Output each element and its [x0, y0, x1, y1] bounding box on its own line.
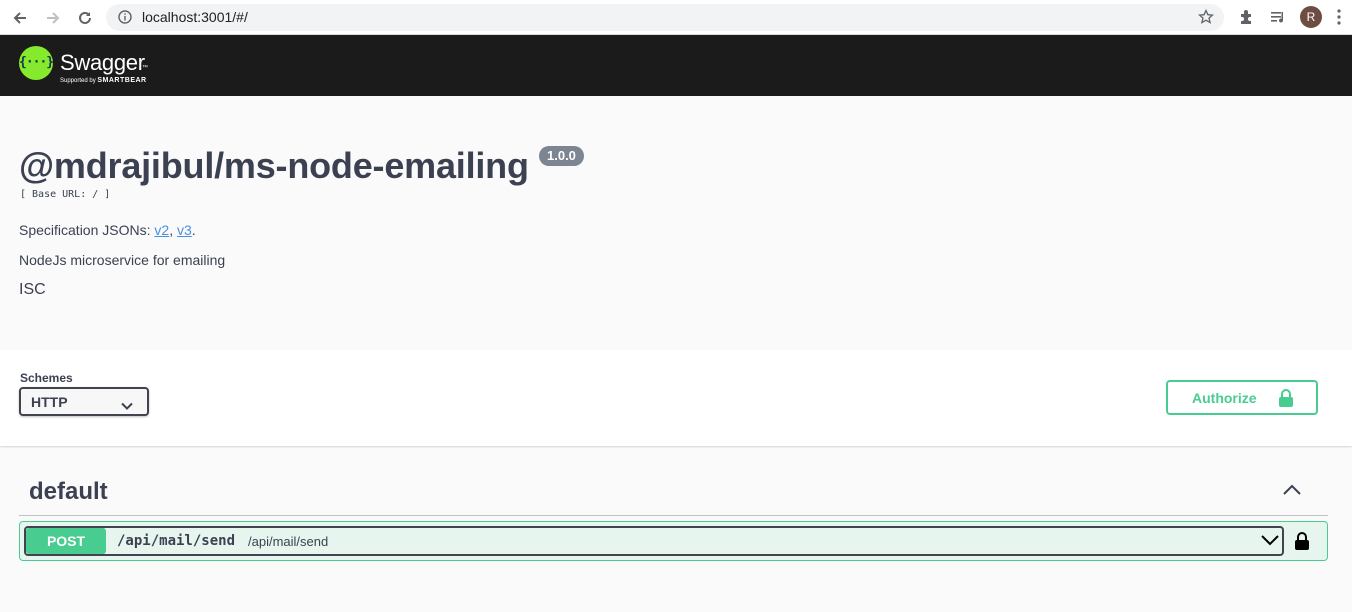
spec-prefix: Specification JSONs: [19, 222, 155, 238]
url-text[interactable]: localhost:3001/#/ [142, 9, 248, 25]
media-control-icon[interactable] [1269, 8, 1287, 31]
base-url: [ Base URL: / ] [20, 189, 111, 200]
license-text: ISC [19, 281, 46, 298]
swagger-logo-icon[interactable]: {···} [19, 46, 54, 80]
operation-summary: /api/mail/send [248, 534, 329, 549]
chevron-down-icon[interactable] [1260, 533, 1280, 552]
opblock-summary[interactable]: POST /api/mail/send /api/mail/send [24, 526, 1284, 556]
site-info-icon[interactable] [118, 10, 132, 29]
spec-v2-link[interactable]: v2 [154, 222, 169, 238]
supported-by: Supported by SMARTBEAR [60, 77, 147, 84]
logo-glyph: {···} [19, 55, 54, 70]
chevron-up-icon[interactable] [1282, 482, 1302, 501]
address-bar[interactable]: localhost:3001/#/ [106, 4, 1224, 31]
profile-avatar[interactable]: R [1300, 6, 1322, 28]
opblock-post-mail-send: POST /api/mail/send /api/mail/send [19, 521, 1328, 561]
api-title: @mdrajibul/ms-node-emailing [19, 145, 529, 186]
back-icon[interactable] [9, 7, 31, 29]
lock-closed-icon[interactable] [1294, 531, 1310, 556]
bookmark-star-icon[interactable] [1197, 8, 1215, 30]
schemes-selected: HTTP [31, 394, 68, 410]
forward-icon[interactable] [42, 7, 64, 29]
authorize-label: Authorize [1192, 390, 1257, 406]
method-badge: POST [26, 528, 106, 554]
schemes-label: Schemes [20, 371, 73, 385]
spec-separator: , [169, 222, 177, 238]
scheme-container: Schemes HTTP Authorize [0, 350, 1352, 446]
version-badge: 1.0.0 [539, 146, 584, 166]
smartbear-label: SMARTBEAR [97, 77, 147, 84]
chevron-down-icon [121, 397, 133, 415]
api-description: NodeJs microservice for emailing [19, 252, 226, 268]
lock-open-icon [1278, 388, 1294, 413]
spec-v3-link[interactable]: v3 [177, 222, 192, 238]
spec-jsons: Specification JSONs: v2, v3. [19, 222, 196, 238]
spec-suffix: . [191, 222, 196, 238]
extensions-icon[interactable] [1238, 8, 1256, 31]
operation-path: /api/mail/send [117, 533, 236, 549]
reload-icon[interactable] [74, 7, 96, 29]
supported-by-label: Supported by [60, 78, 96, 84]
tag-divider [19, 515, 1328, 516]
schemes-select[interactable]: HTTP [19, 387, 149, 416]
swagger-topbar: {···} Swagger ™ Supported by SMARTBEAR [0, 35, 1352, 96]
swagger-brand[interactable]: Swagger [60, 50, 145, 76]
tag-default-title[interactable]: default [29, 478, 108, 506]
trademark: ™ [142, 65, 148, 71]
menu-kebab-icon[interactable] [1336, 8, 1342, 31]
authorize-button[interactable]: Authorize [1166, 380, 1318, 415]
browser-toolbar: localhost:3001/#/ R [0, 0, 1352, 35]
